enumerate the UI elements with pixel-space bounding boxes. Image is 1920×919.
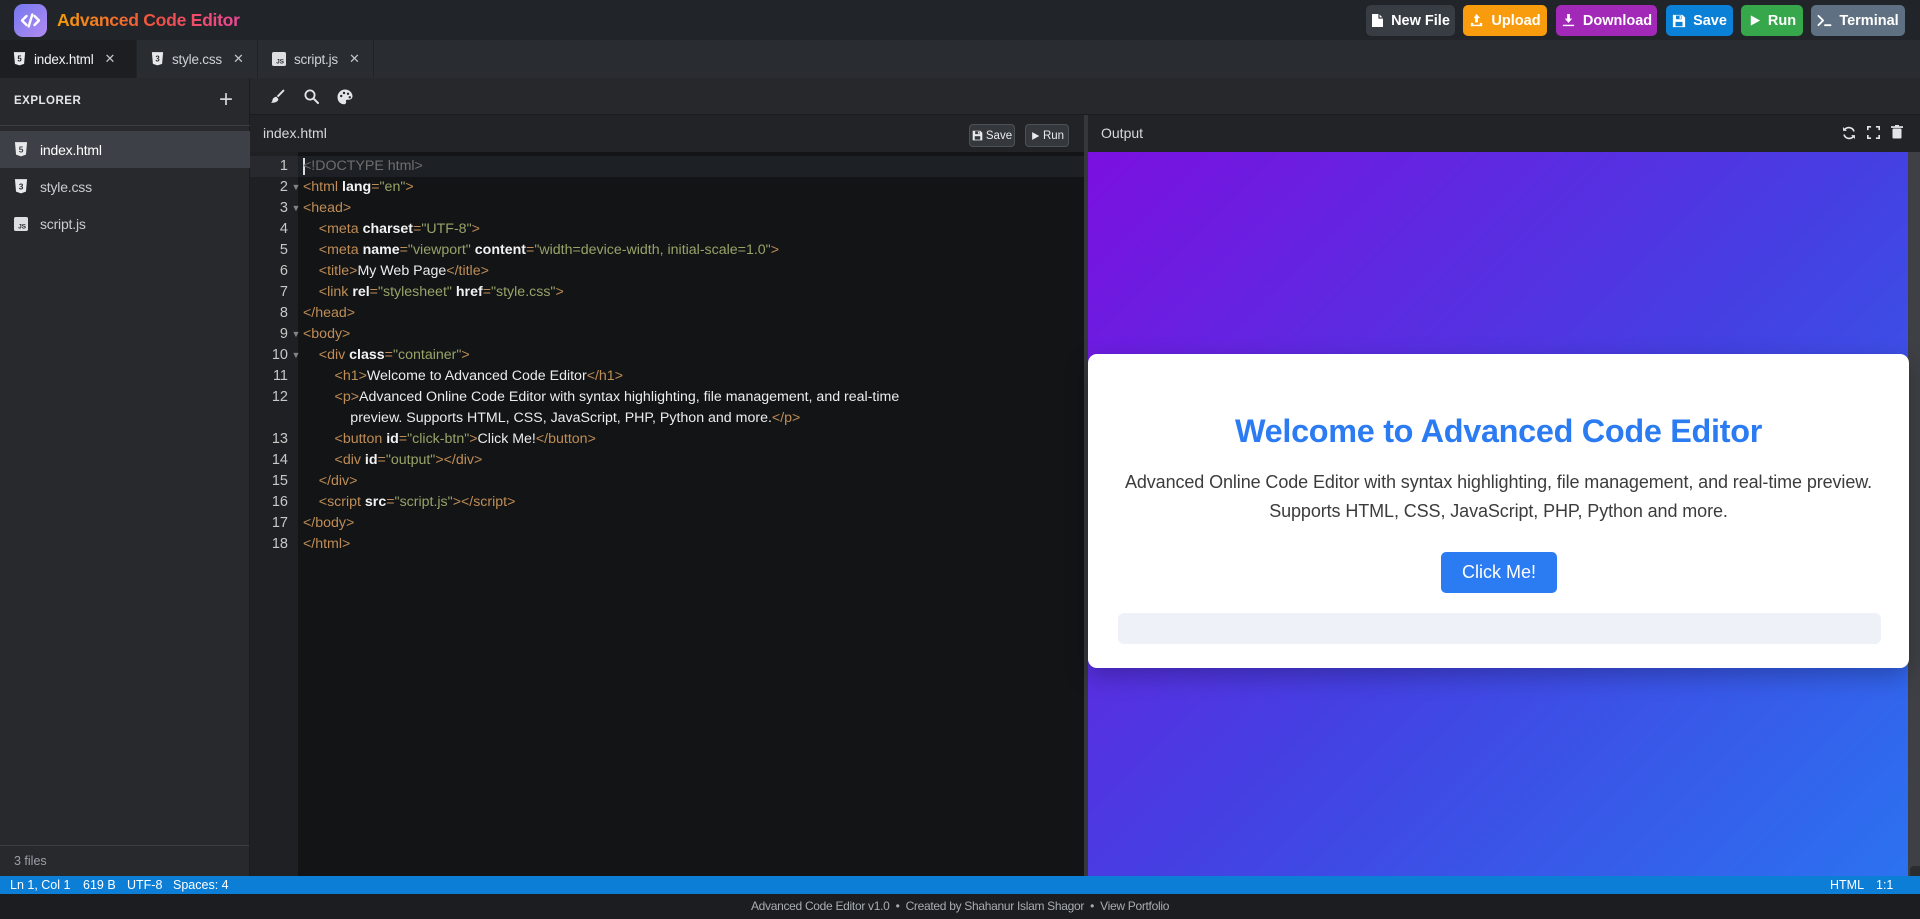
svg-text:JS: JS bbox=[18, 223, 26, 230]
svg-text:JS: JS bbox=[276, 58, 284, 65]
svg-text:3: 3 bbox=[19, 181, 24, 191]
svg-text:5: 5 bbox=[19, 144, 24, 154]
